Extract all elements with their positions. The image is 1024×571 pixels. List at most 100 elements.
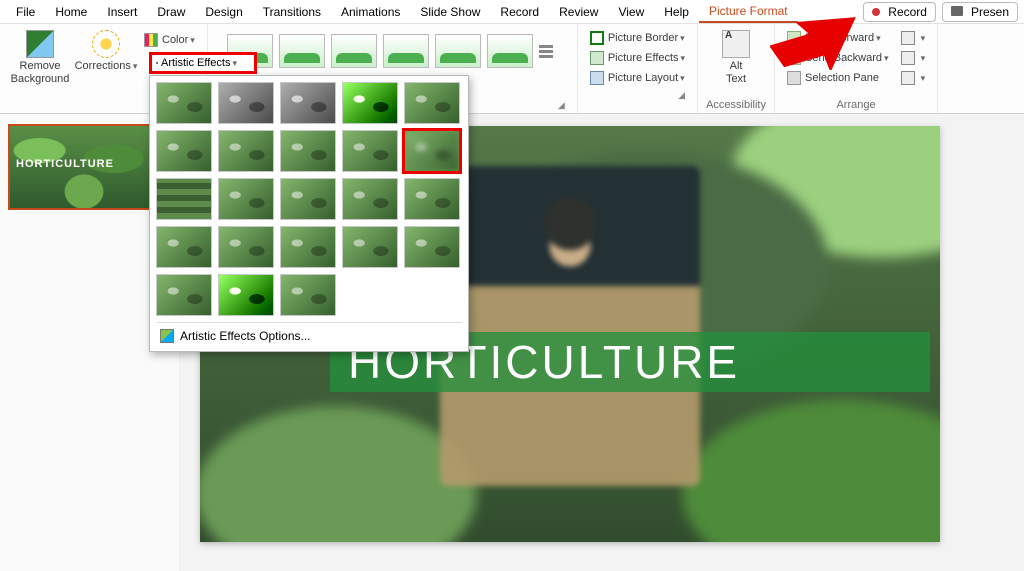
artistic-effect-option[interactable]	[342, 82, 398, 124]
artistic-effect-option[interactable]	[342, 226, 398, 268]
ribbon-group-accessibility: Alt Text Accessibility	[698, 24, 775, 113]
artistic-effect-option[interactable]	[156, 274, 212, 316]
artistic-effects-options-button[interactable]: Artistic Effects Options...	[156, 322, 462, 349]
menu-bar: File Home Insert Draw Design Transitions…	[0, 0, 1024, 24]
artistic-effects-options-label: Artistic Effects Options...	[180, 329, 311, 343]
artistic-effects-button[interactable]: Artistic Effects	[149, 52, 257, 74]
menu-transitions[interactable]: Transitions	[253, 2, 331, 22]
ribbon-group-picture-format: Picture Border Picture Effects Picture L…	[578, 24, 698, 113]
artistic-effect-option[interactable]	[156, 178, 212, 220]
present-icon	[951, 5, 967, 19]
rotate-button[interactable]	[897, 68, 930, 88]
picture-layout-icon	[590, 71, 604, 85]
color-label: Color	[162, 34, 188, 46]
bring-forward-icon	[787, 31, 801, 45]
artistic-effects-gallery: Artistic Effects Options...	[149, 75, 469, 352]
artistic-effects-options-icon	[160, 329, 174, 343]
artistic-effect-option[interactable]	[156, 226, 212, 268]
picture-layout-button[interactable]: Picture Layout	[586, 68, 689, 88]
bring-forward-button[interactable]: Bring Forward	[783, 28, 893, 48]
present-button[interactable]: Presen	[942, 2, 1018, 22]
record-button[interactable]: Record	[863, 2, 936, 22]
artistic-effect-option[interactable]	[342, 178, 398, 220]
send-backward-button[interactable]: Send Backward	[783, 48, 893, 68]
artistic-effect-option[interactable]	[404, 178, 460, 220]
color-button[interactable]: Color	[140, 30, 199, 50]
menu-insert[interactable]: Insert	[97, 2, 147, 22]
ribbon-group-arrange: Bring Forward Send Backward Selection Pa…	[775, 24, 938, 113]
selection-pane-label: Selection Pane	[805, 72, 879, 84]
artistic-effect-option[interactable]	[280, 226, 336, 268]
picture-style-thumb[interactable]	[279, 34, 325, 68]
artistic-effects-icon	[156, 62, 158, 64]
picture-effects-icon	[590, 51, 604, 65]
rotate-icon	[901, 71, 915, 85]
artistic-effect-option[interactable]	[280, 82, 336, 124]
present-button-label: Presen	[971, 5, 1009, 19]
picture-border-icon	[590, 31, 604, 45]
dialog-launcher-icon[interactable]: ◢	[558, 100, 565, 111]
artistic-effect-option[interactable]	[218, 82, 274, 124]
remove-background-icon	[26, 30, 54, 58]
align-icon	[901, 31, 915, 45]
artistic-effect-option[interactable]	[404, 82, 460, 124]
artistic-effect-option[interactable]	[280, 274, 336, 316]
picture-style-thumb[interactable]	[435, 34, 481, 68]
record-dot-icon	[872, 5, 884, 19]
artistic-effect-option[interactable]	[404, 226, 460, 268]
slide-thumbnail-1[interactable]: HORTICULTURE	[8, 124, 160, 210]
picture-style-more-button[interactable]	[539, 34, 557, 68]
selection-pane-icon	[787, 71, 801, 85]
slide-person-figure	[440, 166, 700, 486]
send-backward-label: Send Backward	[805, 52, 882, 64]
artistic-effect-option[interactable]	[218, 178, 274, 220]
remove-background-label: Remove Background	[11, 60, 70, 86]
menu-animations[interactable]: Animations	[331, 2, 410, 22]
picture-style-thumb[interactable]	[331, 34, 377, 68]
corrections-label: Corrections	[75, 60, 138, 73]
menu-view[interactable]: View	[608, 2, 654, 22]
artistic-effects-button-label: Artistic Effects	[161, 57, 230, 69]
slide-number: 1	[0, 128, 1, 142]
picture-border-button[interactable]: Picture Border	[586, 28, 689, 48]
arrange-group-label: Arrange	[836, 99, 875, 111]
artistic-effect-option[interactable]	[280, 130, 336, 172]
accessibility-group-label: Accessibility	[706, 99, 766, 111]
menu-file[interactable]: File	[6, 2, 45, 22]
group-button[interactable]	[897, 48, 930, 68]
picture-style-thumb[interactable]	[383, 34, 429, 68]
align-button[interactable]	[897, 28, 930, 48]
menu-home[interactable]: Home	[45, 2, 97, 22]
artistic-effect-option[interactable]	[218, 226, 274, 268]
artistic-effect-option[interactable]	[218, 130, 274, 172]
artistic-effect-option[interactable]	[156, 130, 212, 172]
menu-review[interactable]: Review	[549, 2, 608, 22]
corrections-button[interactable]: Corrections	[74, 28, 138, 75]
alt-text-icon	[722, 30, 750, 58]
menu-design[interactable]: Design	[195, 2, 252, 22]
picture-style-thumb[interactable]	[487, 34, 533, 68]
artistic-effect-option[interactable]	[280, 178, 336, 220]
picture-border-label: Picture Border	[608, 32, 678, 44]
menu-picture-format[interactable]: Picture Format	[699, 1, 798, 23]
alt-text-button[interactable]: Alt Text	[712, 28, 760, 88]
menu-help[interactable]: Help	[654, 2, 699, 22]
picture-layout-label: Picture Layout	[608, 72, 678, 84]
bring-forward-label: Bring Forward	[805, 32, 874, 44]
dialog-launcher-icon[interactable]: ◢	[678, 90, 685, 101]
menu-record[interactable]: Record	[490, 2, 549, 22]
artistic-effect-option[interactable]	[156, 82, 212, 124]
corrections-icon	[92, 30, 120, 58]
menu-slideshow[interactable]: Slide Show	[410, 2, 490, 22]
artistic-effect-option[interactable]	[218, 274, 274, 316]
remove-background-button[interactable]: Remove Background	[8, 28, 72, 88]
artistic-effect-option[interactable]	[342, 130, 398, 172]
artistic-effect-option-selected[interactable]	[404, 130, 460, 172]
slide-thumbnail-title: HORTICULTURE	[16, 158, 152, 170]
selection-pane-button[interactable]: Selection Pane	[783, 68, 893, 88]
picture-effects-button[interactable]: Picture Effects	[586, 48, 689, 68]
alt-text-label: Alt Text	[726, 60, 746, 86]
menu-draw[interactable]: Draw	[147, 2, 195, 22]
picture-styles-gallery[interactable]	[221, 28, 563, 68]
picture-effects-label: Picture Effects	[608, 52, 679, 64]
